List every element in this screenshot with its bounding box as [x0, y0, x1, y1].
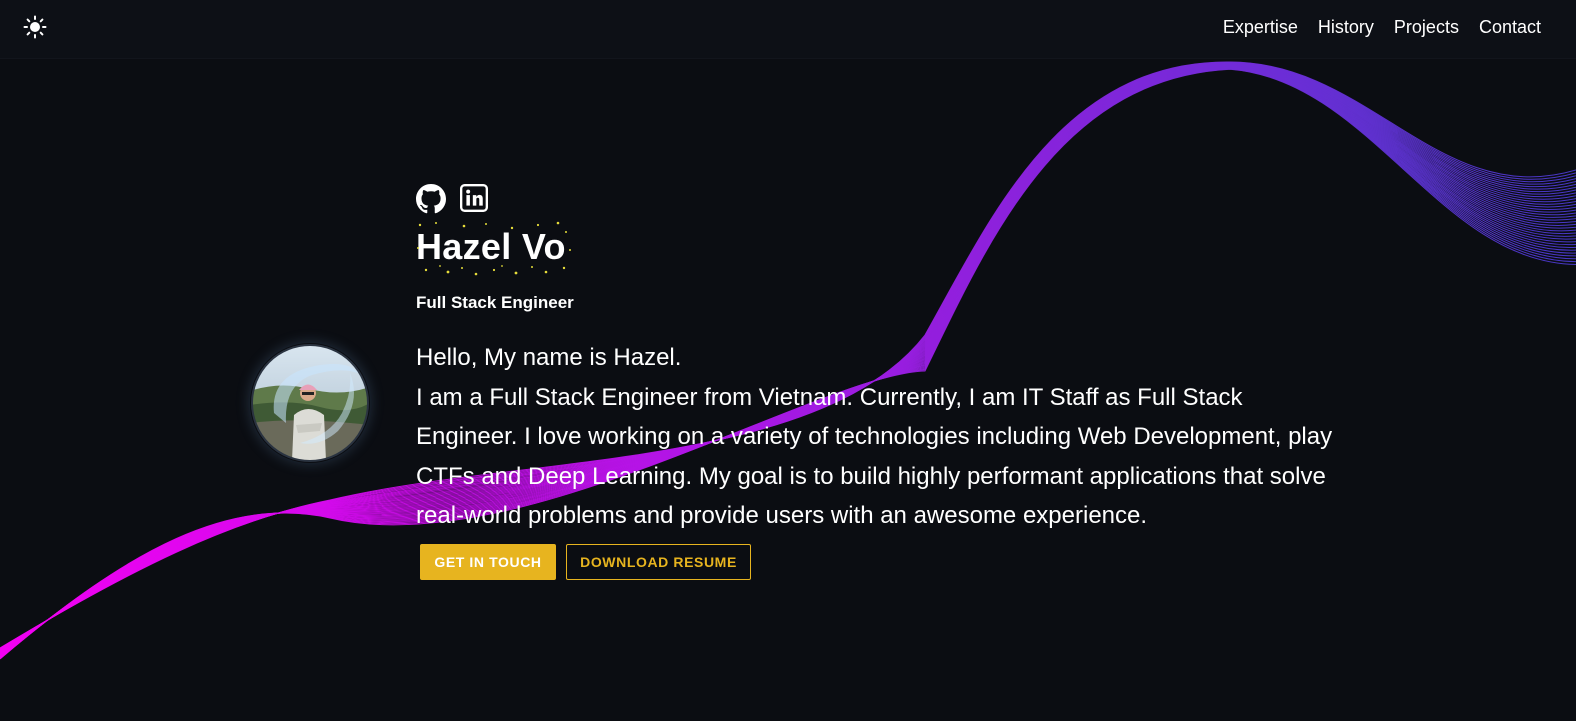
get-in-touch-button[interactable]: GET IN TOUCH: [420, 543, 556, 580]
hero-name: Hazel Vo: [416, 226, 566, 267]
sun-icon[interactable]: [23, 15, 47, 39]
linkedin-icon[interactable]: [460, 184, 490, 214]
nav-link-expertise[interactable]: Expertise: [1223, 16, 1298, 38]
hero-description: I am a Full Stack Engineer from Vietnam.…: [416, 383, 1333, 530]
github-icon[interactable]: [416, 184, 446, 214]
nav-links: Expertise History Projects Contact: [1223, 16, 1541, 38]
nav-link-contact[interactable]: Contact: [1479, 16, 1541, 38]
hero-role: Full Stack Engineer: [416, 293, 574, 312]
hero-greeting: Hello, My name is Hazel.: [416, 344, 682, 371]
social-links: [416, 182, 1346, 216]
nav-link-history[interactable]: History: [1318, 16, 1374, 38]
nav-link-projects[interactable]: Projects: [1394, 16, 1459, 38]
name-container: Hazel Vo: [416, 221, 571, 276]
avatar: [250, 343, 370, 463]
hero-buttons: GET IN TOUCH DOWNLOAD RESUME: [420, 543, 1346, 580]
hero-bio: Hello, My name is Hazel. I am a Full Sta…: [416, 338, 1346, 536]
download-resume-button[interactable]: DOWNLOAD RESUME: [566, 543, 751, 580]
hero-content: Hazel Vo Full Stack Engineer Hello, My n…: [416, 182, 1346, 580]
navbar: Expertise History Projects Contact: [0, 0, 1576, 59]
